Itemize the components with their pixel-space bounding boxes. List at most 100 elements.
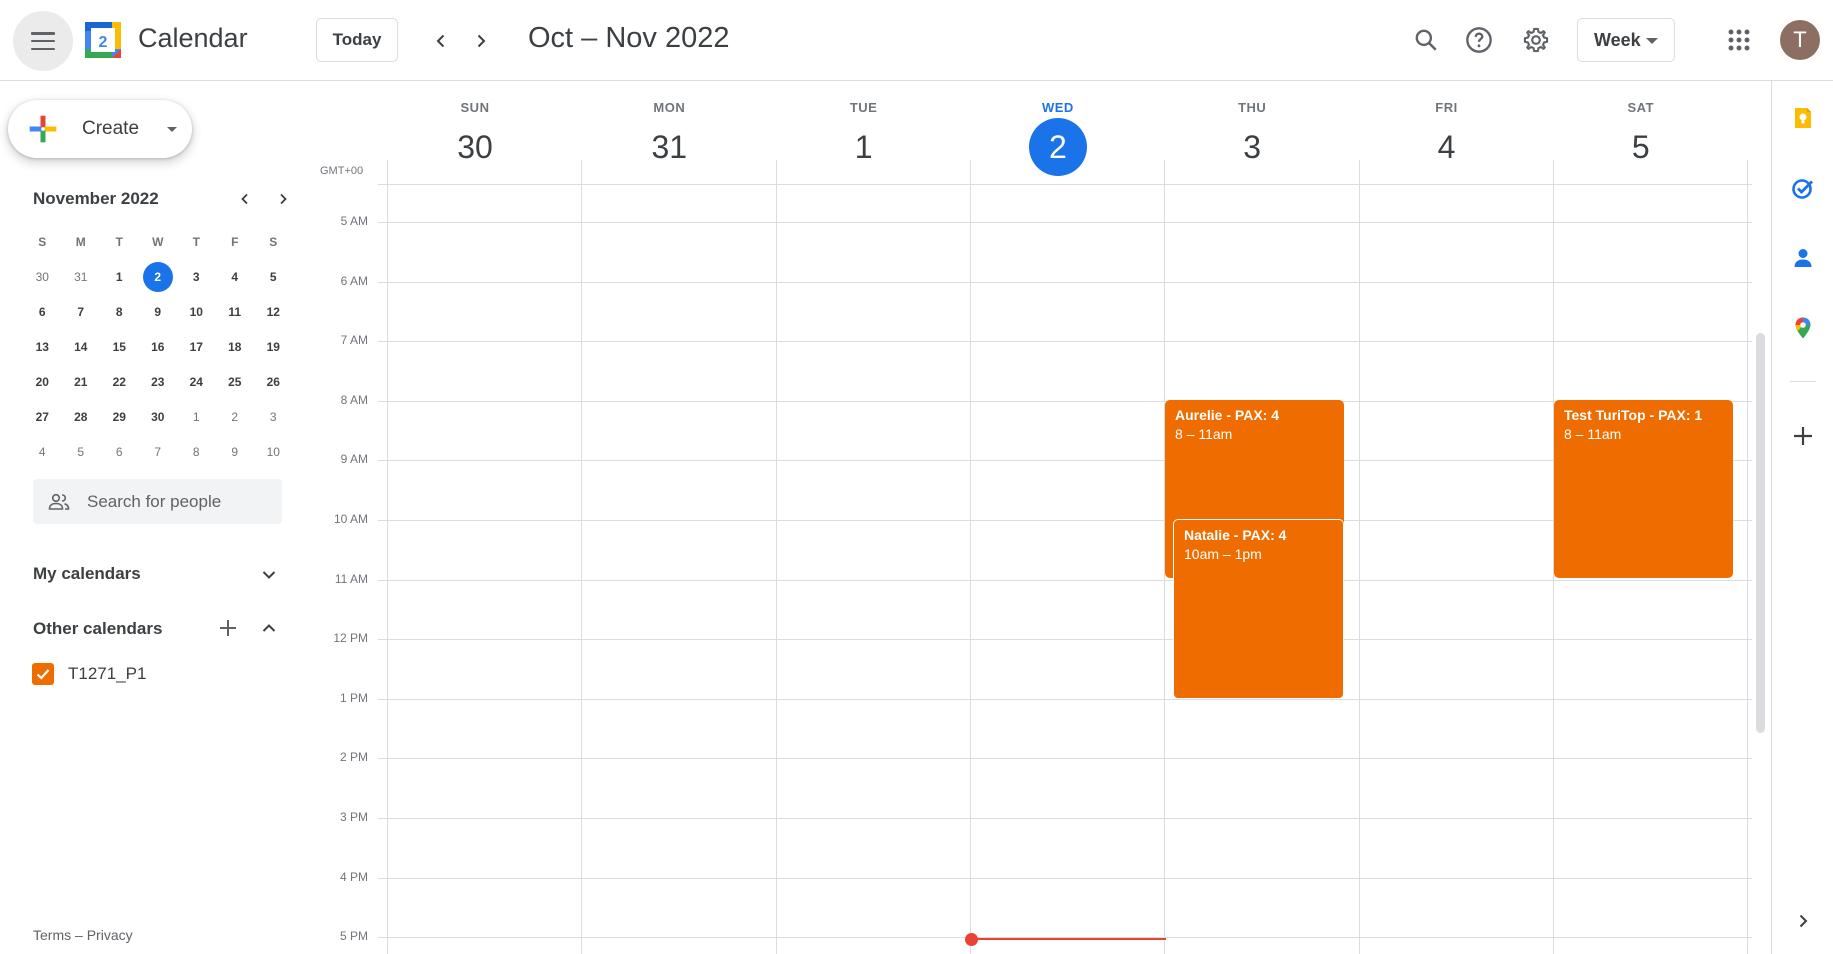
mini-day[interactable]: 7 bbox=[139, 434, 178, 469]
next-week-button[interactable] bbox=[464, 24, 498, 58]
mini-day[interactable]: 1 bbox=[100, 259, 139, 294]
mini-day[interactable]: 15 bbox=[100, 329, 139, 364]
mini-day[interactable]: 8 bbox=[177, 434, 216, 469]
day-number[interactable]: 5 bbox=[1544, 121, 1738, 173]
mini-day[interactable]: 7 bbox=[62, 294, 101, 329]
mini-day[interactable]: 16 bbox=[139, 329, 178, 364]
mini-day[interactable]: 13 bbox=[23, 329, 62, 364]
add-other-calendar-button[interactable] bbox=[214, 614, 242, 642]
mini-day[interactable]: 26 bbox=[254, 364, 293, 399]
apps-launcher-button[interactable] bbox=[1719, 20, 1759, 60]
day-number[interactable]: 2 bbox=[961, 118, 1155, 176]
mini-day-today[interactable]: 2 bbox=[142, 261, 173, 292]
hour-line bbox=[378, 698, 1752, 700]
settings-button[interactable] bbox=[1516, 20, 1556, 60]
mini-day[interactable]: 20 bbox=[23, 364, 62, 399]
mini-day[interactable]: 28 bbox=[62, 399, 101, 434]
mini-day[interactable]: 9 bbox=[216, 434, 255, 469]
search-people-input[interactable]: Search for people bbox=[33, 479, 282, 524]
mini-day[interactable]: 25 bbox=[216, 364, 255, 399]
mini-day[interactable]: 19 bbox=[254, 329, 293, 364]
mini-day[interactable]: 12 bbox=[254, 294, 293, 329]
today-day-number[interactable]: 2 bbox=[1028, 118, 1087, 176]
mini-day[interactable]: 2 bbox=[139, 259, 178, 294]
mini-day[interactable]: 30 bbox=[139, 399, 178, 434]
tasks-button[interactable] bbox=[1788, 173, 1818, 203]
contacts-button[interactable] bbox=[1788, 243, 1818, 273]
mini-day[interactable]: 4 bbox=[23, 434, 62, 469]
mini-day[interactable]: 29 bbox=[100, 399, 139, 434]
my-calendars-heading[interactable]: My calendars bbox=[33, 564, 141, 584]
mini-day[interactable]: 4 bbox=[216, 259, 255, 294]
mini-day[interactable]: 17 bbox=[177, 329, 216, 364]
create-button[interactable]: Create bbox=[8, 100, 192, 158]
mini-day[interactable]: 2 bbox=[216, 399, 255, 434]
day-header-sun[interactable]: SUN 30 bbox=[378, 100, 572, 173]
side-panel-toggle[interactable] bbox=[1788, 906, 1818, 936]
terms-link[interactable]: Terms bbox=[33, 927, 71, 943]
event-time: 10am – 1pm bbox=[1184, 546, 1262, 562]
calendar-checkbox[interactable] bbox=[32, 663, 54, 685]
day-header-fri[interactable]: FRI 4 bbox=[1350, 100, 1544, 173]
mini-calendar-prev-button[interactable] bbox=[233, 187, 257, 211]
privacy-link[interactable]: Privacy bbox=[87, 927, 133, 943]
mini-day[interactable]: 9 bbox=[139, 294, 178, 329]
grid-scrollbar[interactable] bbox=[1756, 333, 1765, 733]
mini-day[interactable]: 3 bbox=[254, 399, 293, 434]
day-header-thu[interactable]: THU 3 bbox=[1155, 100, 1349, 173]
event-title: Aurelie - PAX: 4 bbox=[1175, 407, 1279, 423]
mini-day[interactable]: 10 bbox=[254, 434, 293, 469]
mini-day[interactable]: 18 bbox=[216, 329, 255, 364]
day-name: WED bbox=[1041, 100, 1074, 115]
day-header-mon[interactable]: MON 31 bbox=[572, 100, 766, 173]
mini-day[interactable]: 3 bbox=[177, 259, 216, 294]
chevron-right-icon bbox=[1799, 914, 1808, 928]
account-avatar[interactable]: T bbox=[1780, 20, 1820, 60]
mini-calendar-next-button[interactable] bbox=[271, 187, 295, 211]
mini-day[interactable]: 23 bbox=[139, 364, 178, 399]
event-test-turitop[interactable]: Test TuriTop - PAX: 1 8 – 11am bbox=[1554, 400, 1733, 578]
mini-day[interactable]: 27 bbox=[23, 399, 62, 434]
hour-line bbox=[378, 341, 1752, 343]
day-number[interactable]: 4 bbox=[1350, 121, 1544, 173]
mini-day[interactable]: 6 bbox=[100, 434, 139, 469]
hour-line bbox=[378, 281, 1752, 283]
event-natalie[interactable]: Natalie - PAX: 4 10am – 1pm bbox=[1173, 519, 1344, 699]
mini-day[interactable]: 31 bbox=[62, 259, 101, 294]
today-button[interactable]: Today bbox=[316, 18, 398, 62]
day-number[interactable]: 1 bbox=[767, 121, 961, 173]
keep-button[interactable] bbox=[1788, 103, 1818, 133]
search-button[interactable] bbox=[1406, 20, 1446, 60]
mini-day[interactable]: 11 bbox=[216, 294, 255, 329]
maps-button[interactable] bbox=[1788, 313, 1818, 343]
day-header-tue[interactable]: TUE 1 bbox=[767, 100, 961, 173]
day-header-wed[interactable]: WED 2 bbox=[961, 100, 1155, 176]
help-button[interactable] bbox=[1459, 20, 1499, 60]
calendar-item-t1271-p1[interactable]: T1271_P1 bbox=[32, 663, 146, 685]
mini-day[interactable]: 5 bbox=[254, 259, 293, 294]
day-number[interactable]: 30 bbox=[378, 121, 572, 173]
mini-day[interactable]: 1 bbox=[177, 399, 216, 434]
mini-day[interactable]: 14 bbox=[62, 329, 101, 364]
other-calendars-toggle[interactable] bbox=[255, 614, 283, 642]
mini-day[interactable]: 10 bbox=[177, 294, 216, 329]
mini-day[interactable]: 5 bbox=[62, 434, 101, 469]
mini-day[interactable]: 24 bbox=[177, 364, 216, 399]
day-number[interactable]: 31 bbox=[572, 121, 766, 173]
other-calendars-heading[interactable]: Other calendars bbox=[33, 619, 162, 639]
day-number[interactable]: 3 bbox=[1155, 121, 1349, 173]
apps-grid-icon bbox=[1728, 29, 1750, 51]
mini-day[interactable]: 8 bbox=[100, 294, 139, 329]
day-column-divider bbox=[1747, 160, 1749, 954]
get-addons-button[interactable] bbox=[1788, 421, 1818, 451]
day-header-sat[interactable]: SAT 5 bbox=[1544, 100, 1738, 173]
mini-day[interactable]: 6 bbox=[23, 294, 62, 329]
my-calendars-toggle[interactable] bbox=[255, 561, 283, 589]
previous-week-button[interactable] bbox=[424, 24, 458, 58]
mini-day[interactable]: 22 bbox=[100, 364, 139, 399]
view-selector-label: Week bbox=[1594, 29, 1641, 50]
mini-day[interactable]: 30 bbox=[23, 259, 62, 294]
mini-day[interactable]: 21 bbox=[62, 364, 101, 399]
main-menu-button[interactable] bbox=[13, 11, 73, 71]
view-selector[interactable]: Week bbox=[1577, 18, 1675, 62]
